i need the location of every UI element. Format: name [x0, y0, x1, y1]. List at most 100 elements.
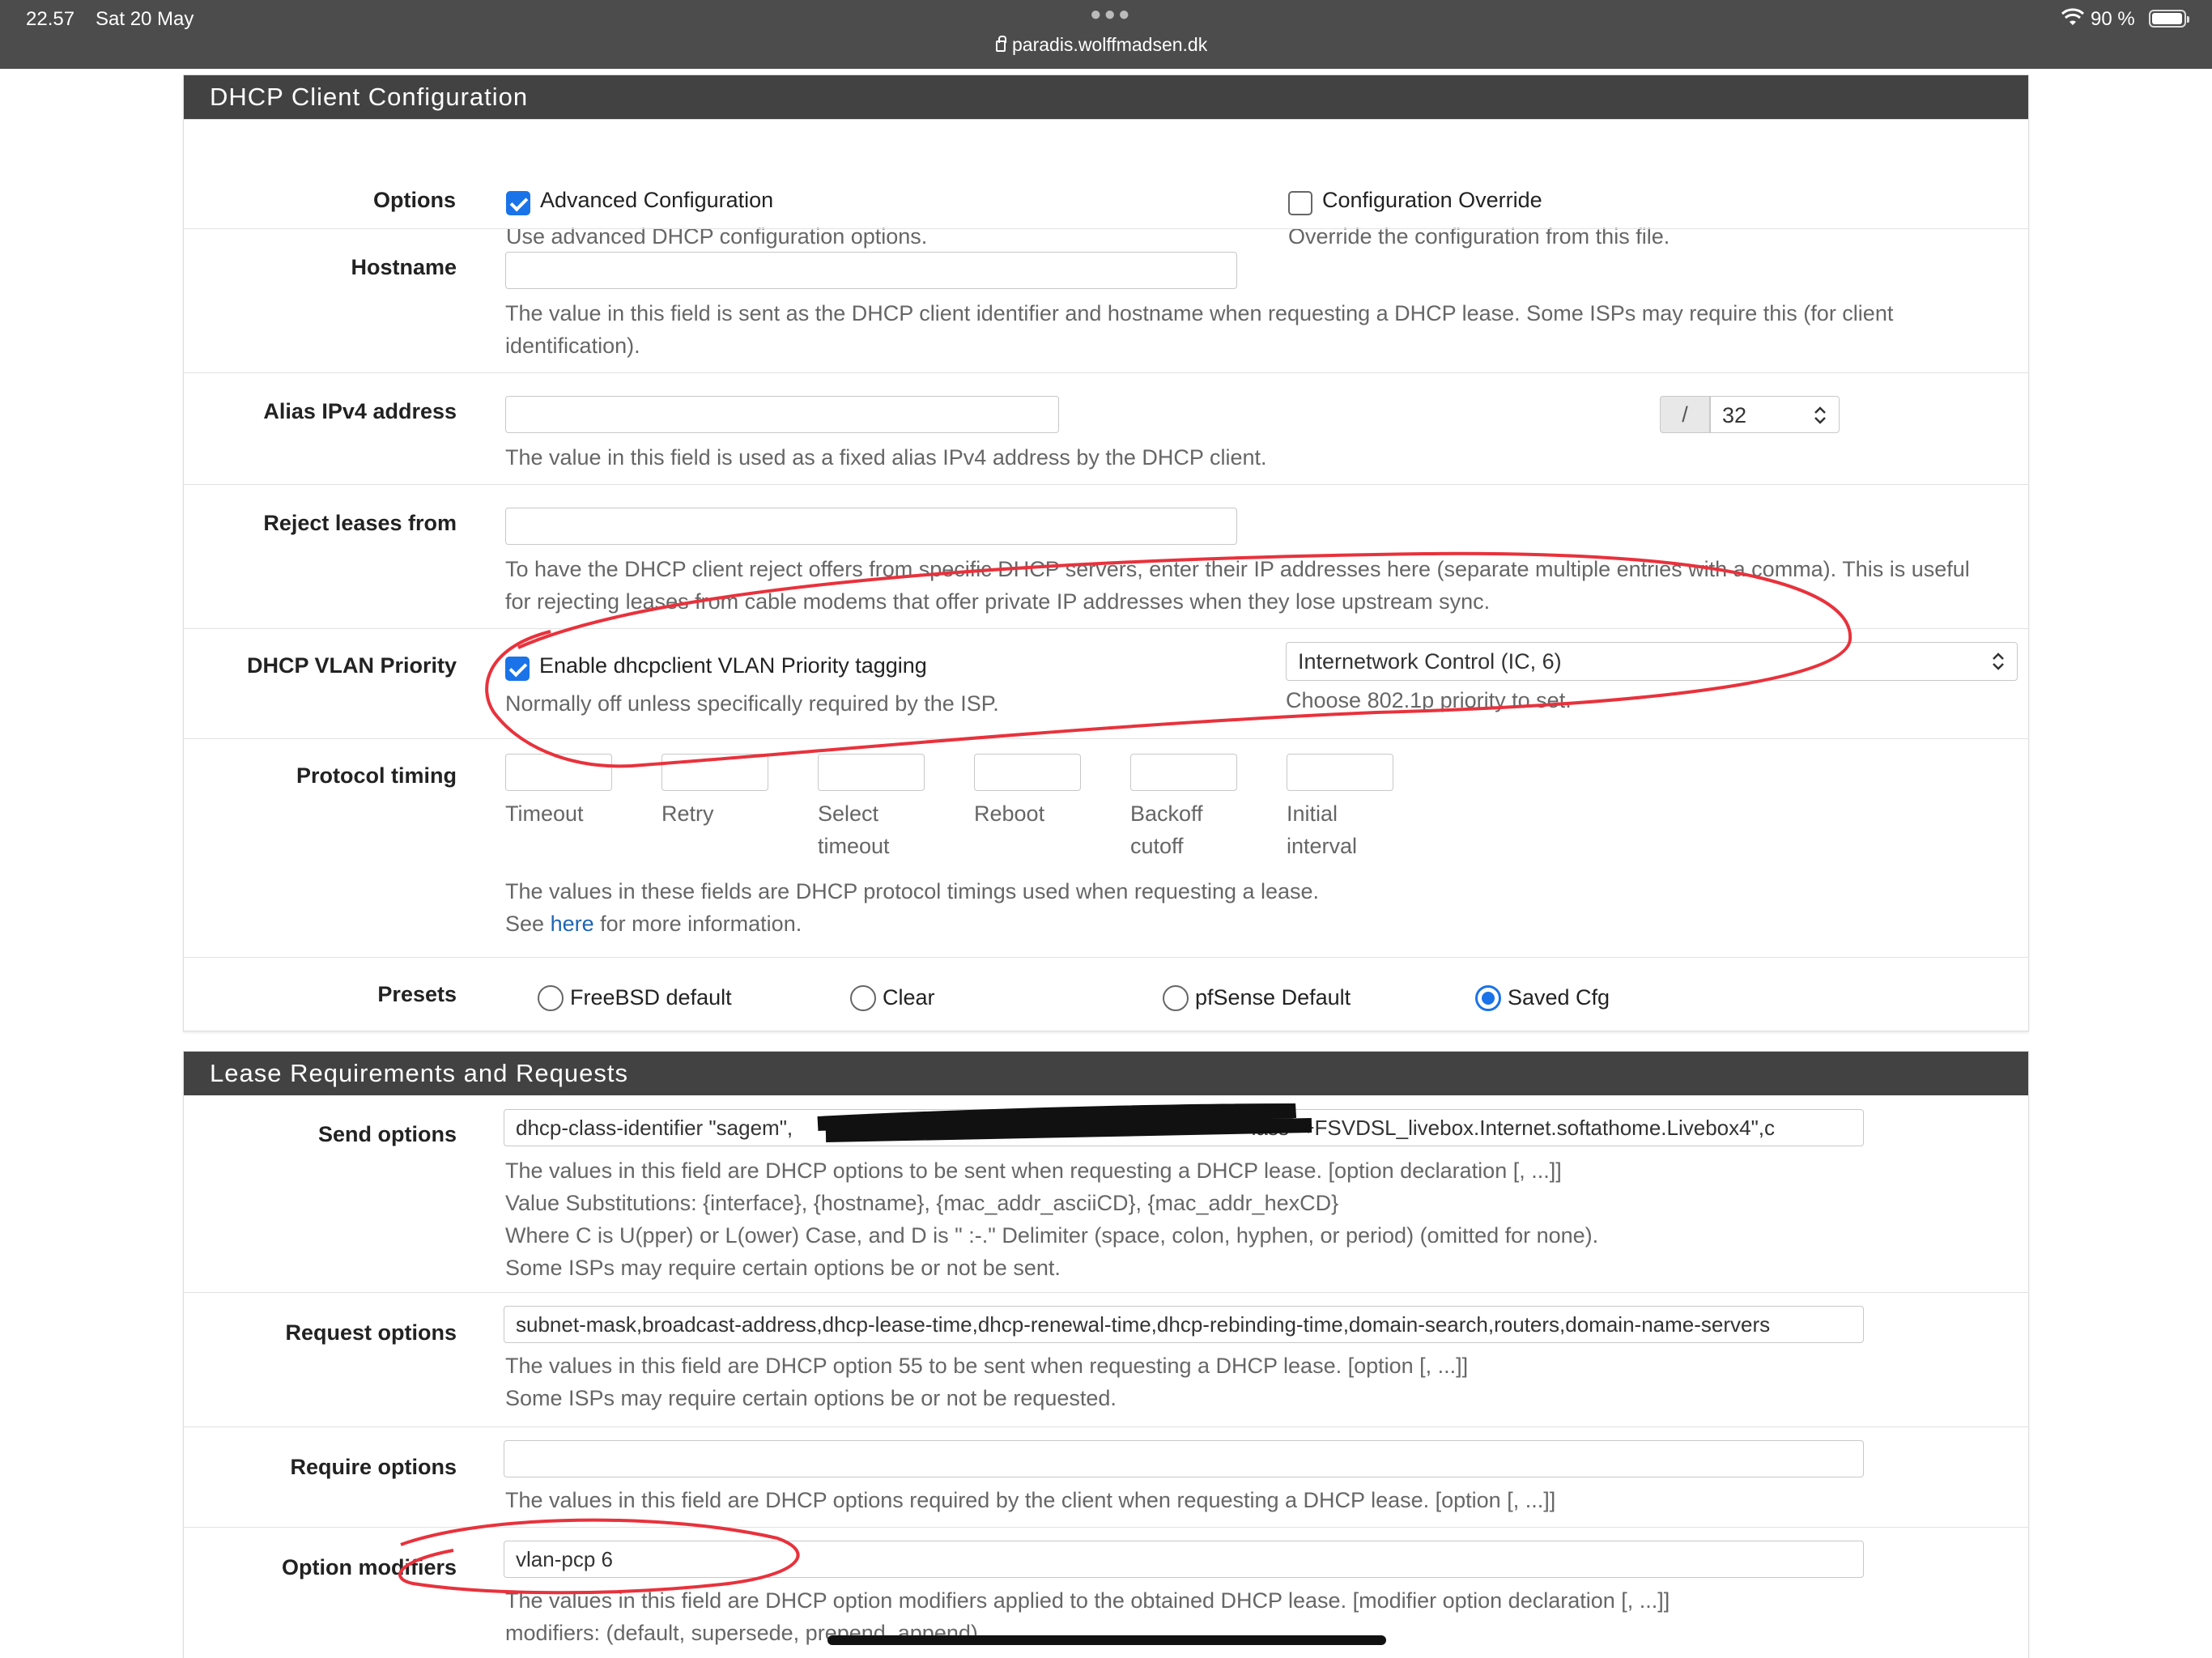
options-row: Options Advanced Configuration Use advan… — [184, 119, 2028, 249]
timing-row: Protocol timing The values in these fiel… — [183, 738, 2029, 957]
send-help-1: The values in this field are DHCP option… — [505, 1158, 1562, 1183]
modifiers-help-1: The values in this field are DHCP option… — [505, 1588, 1670, 1613]
chevron-updown-icon — [1814, 406, 1826, 424]
modifiers-row: Option modifiers vlan-pcp 6 The values i… — [183, 1527, 2029, 1658]
alias-row: Alias IPv4 address / 32 The value in thi… — [183, 372, 2029, 484]
vlan-priority-checkbox[interactable] — [505, 657, 530, 681]
preset-label: Saved Cfg — [1508, 985, 1610, 1010]
panel-title: DHCP Client Configuration — [184, 75, 2028, 119]
timing-rest: for more information. — [600, 912, 802, 936]
alias-help: The value in this field is used as a fix… — [505, 445, 1267, 470]
request-label: Request options — [285, 1320, 457, 1345]
timing-input[interactable] — [818, 754, 925, 791]
hostname-label: Hostname — [351, 255, 457, 279]
vlan-priority-value: Internetwork Control (IC, 6) — [1298, 649, 1562, 674]
reject-row: Reject leases from To have the DHCP clie… — [183, 484, 2029, 628]
vlan-select-help: Choose 802.1p priority to set. — [1286, 688, 1572, 712]
request-options-input[interactable]: subnet-mask,broadcast-address,dhcp-lease… — [504, 1306, 1864, 1343]
browser-status-bar: 22.57 Sat 20 May ●●● paradis.wolffmadsen… — [0, 0, 2212, 69]
advanced-config-checkbox[interactable] — [506, 191, 530, 215]
send-row: Send options dhcp-class-identifier "sage… — [183, 1095, 2029, 1292]
panel-title: Lease Requirements and Requests — [184, 1052, 2028, 1095]
url-text: paradis.wolffmadsen.dk — [1012, 34, 1208, 55]
battery-percent: 90 % — [2091, 8, 2135, 30]
timing-input[interactable] — [505, 754, 612, 791]
chevron-updown-icon — [1993, 653, 2004, 670]
cidr-slash: / — [1660, 396, 1710, 433]
require-label: Require options — [290, 1455, 457, 1479]
modifiers-input[interactable]: vlan-pcp 6 — [504, 1541, 1864, 1578]
timing-field-label-2: interval — [1287, 834, 1358, 858]
timing-field-label: Select — [818, 801, 879, 826]
hostname-help-1: The value in this field is sent as the D… — [505, 301, 1894, 325]
presets-label: Presets — [377, 982, 457, 1006]
timing-here-link[interactable]: here — [551, 912, 594, 936]
timing-field-label: Initial — [1287, 801, 1338, 826]
alias-input[interactable] — [505, 396, 1059, 433]
preset-radio[interactable] — [850, 985, 876, 1011]
request-row: Request options subnet-mask,broadcast-ad… — [183, 1292, 2029, 1426]
clock: 22.57 — [26, 8, 75, 30]
presets-row: Presets FreeBSD default Clear pfSense Defa… — [183, 957, 2029, 1033]
more-dots-icon[interactable]: ●●● — [1090, 3, 1133, 26]
timing-help-2: See here for more information. — [505, 908, 802, 940]
options-label: Options — [373, 188, 456, 212]
modifiers-label: Option modifiers — [282, 1555, 457, 1579]
vlan-help: Normally off unless specifically require… — [505, 691, 999, 716]
send-value-end: lass "+FSVDSL_livebox.Internet.softathom… — [1251, 1116, 1776, 1140]
require-help: The values in this field are DHCP option… — [505, 1488, 1556, 1512]
vlan-checkbox-label: Enable dhcpclient VLAN Priority tagging — [539, 653, 927, 678]
hostname-input[interactable] — [505, 252, 1237, 289]
reject-help-2: for rejecting leases from cable modems t… — [505, 589, 1491, 614]
modifiers-help-2: modifiers: (default, supersede, prepend,… — [505, 1621, 978, 1645]
battery-icon — [2149, 10, 2189, 28]
timing-field-label: Retry — [661, 801, 714, 826]
preset-radio[interactable] — [538, 985, 564, 1011]
timing-see: See — [505, 912, 545, 936]
timing-label: Protocol timing — [296, 763, 457, 788]
reject-label: Reject leases from — [263, 511, 457, 535]
reject-help-1: To have the DHCP client reject offers fr… — [505, 557, 1970, 581]
require-row: Require options The values in this field… — [183, 1426, 2029, 1527]
send-help-3: Where C is U(pper) or L(ower) Case, and … — [505, 1223, 1599, 1248]
send-help-4: Some ISPs may require certain options be… — [505, 1256, 1061, 1280]
send-value-start: dhcp-class-identifier "sagem", — [516, 1116, 793, 1140]
vlan-priority-select[interactable]: Internetwork Control (IC, 6) — [1286, 642, 2018, 681]
send-options-input[interactable]: dhcp-class-identifier "sagem", lass "+FS… — [504, 1109, 1864, 1146]
preset-radio[interactable] — [1475, 985, 1501, 1011]
request-help-2: Some ISPs may require certain options be… — [505, 1386, 1117, 1410]
cidr-select[interactable]: 32 — [1710, 396, 1840, 433]
date: Sat 20 May — [96, 8, 194, 30]
alias-label: Alias IPv4 address — [263, 399, 457, 423]
preset-radio[interactable] — [1163, 985, 1189, 1011]
timing-help-1: The values in these fields are DHCP prot… — [505, 879, 1320, 903]
lock-icon — [996, 36, 1006, 52]
send-label: Send options — [318, 1122, 457, 1146]
request-help-1: The values in this field are DHCP option… — [505, 1354, 1469, 1378]
timing-field-label: Reboot — [974, 801, 1045, 826]
timing-input[interactable] — [661, 754, 768, 791]
advanced-config-label: Advanced Configuration — [540, 188, 774, 212]
preset-label: Clear — [883, 985, 935, 1010]
timing-input[interactable] — [1287, 754, 1393, 791]
preset-label: pfSense Default — [1195, 985, 1351, 1010]
config-override-label: Configuration Override — [1322, 188, 1542, 212]
timing-field-label-2: timeout — [818, 834, 890, 858]
config-override-checkbox[interactable] — [1288, 191, 1312, 215]
wifi-icon — [2061, 8, 2084, 25]
reject-input[interactable] — [505, 508, 1237, 545]
vlan-row: DHCP VLAN Priority Enable dhcpclient VLA… — [183, 628, 2029, 738]
hostname-row: Hostname The value in this field is sent… — [183, 228, 2029, 372]
timing-field-label-2: cutoff — [1130, 834, 1184, 858]
timing-field-label: Timeout — [505, 801, 584, 826]
timing-input[interactable] — [974, 754, 1081, 791]
require-options-input[interactable] — [504, 1440, 1864, 1477]
preset-label: FreeBSD default — [570, 985, 732, 1010]
vlan-label: DHCP VLAN Priority — [246, 653, 457, 678]
timing-field-label: Backoff — [1130, 801, 1203, 826]
cidr-value: 32 — [1722, 403, 1747, 427]
send-help-2: Value Substitutions: {interface}, {hostn… — [505, 1191, 1339, 1215]
timing-input[interactable] — [1130, 754, 1237, 791]
address-bar[interactable]: paradis.wolffmadsen.dk — [996, 34, 1207, 56]
hostname-help-2: identification). — [505, 334, 640, 358]
